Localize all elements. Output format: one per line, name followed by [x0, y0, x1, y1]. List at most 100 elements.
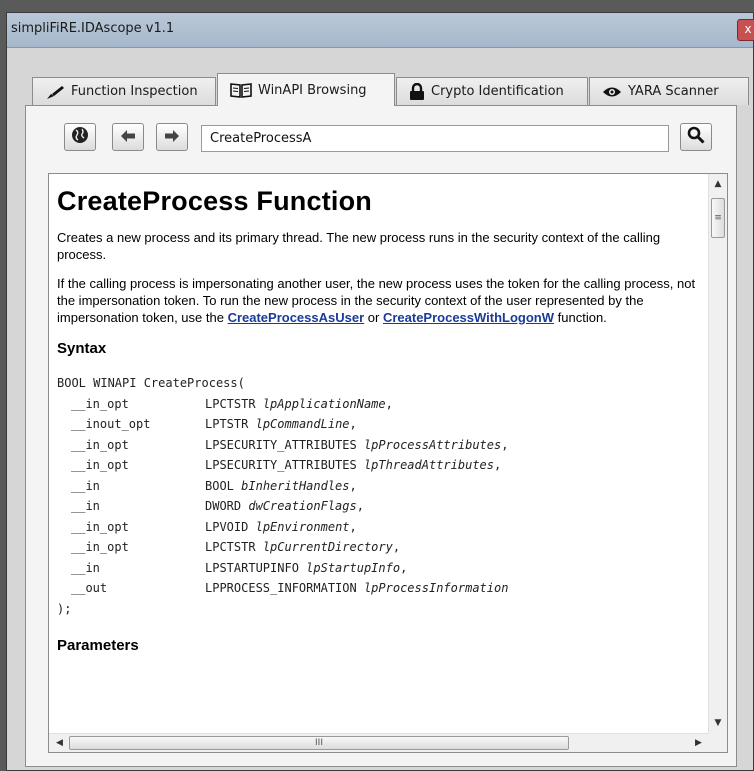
scroll-right-icon[interactable]: ▶: [690, 734, 707, 752]
param-type: LPCTSTR: [205, 540, 256, 554]
param-annotation: __in_opt: [71, 540, 129, 554]
tab-label: WinAPI Browsing: [258, 82, 367, 98]
syntax-code: BOOL WINAPI CreateProcess( __in_opt LPCTS…: [57, 373, 699, 619]
tab-label: Function Inspection: [71, 84, 198, 99]
syntax-param-line: __out LPPROCESS_INFORMATION lpProcessInfo…: [57, 581, 508, 595]
param-separator: ,: [494, 458, 502, 472]
syntax-close: );: [57, 601, 72, 616]
param-name: lpApplicationName: [262, 396, 386, 411]
search-button[interactable]: [680, 123, 712, 151]
home-button[interactable]: [64, 123, 96, 151]
param-annotation: __in_opt: [71, 458, 129, 472]
param-type: BOOL: [205, 478, 234, 493]
syntax-param-line: __in_opt LPSECURITY_ATTRIBUTES lpThreadAt…: [57, 458, 501, 472]
param-name: dwCreationFlags: [248, 499, 357, 513]
param-separator: ,: [356, 499, 364, 513]
app-window: simpliFiRE.IDAscope v1.1 x Function Insp…: [6, 12, 754, 771]
scroll-left-icon[interactable]: ◀: [51, 734, 68, 752]
arrow-left-icon: [120, 128, 136, 147]
scroll-thumb-horizontal[interactable]: III: [69, 736, 569, 750]
scroll-down-icon[interactable]: ▼: [709, 715, 727, 732]
param-annotation: __in_opt: [71, 519, 129, 534]
param-separator: ,: [349, 478, 357, 493]
param-separator: ,: [349, 519, 357, 534]
param-annotation: __inout_opt: [71, 417, 151, 431]
winapi-panel: CreateProcess Function Creates a new pro…: [25, 105, 737, 767]
scroll-thumb-vertical[interactable]: ≡: [711, 198, 725, 238]
param-separator: ,: [385, 396, 393, 411]
param-type: DWORD: [205, 499, 242, 513]
param-separator: ,: [400, 560, 408, 575]
arrow-right-icon: [164, 128, 180, 147]
syntax-params: __in_opt LPCTSTR lpApplicationName, __ino…: [57, 397, 508, 596]
param-name: lpThreadAttributes: [363, 458, 494, 472]
vertical-scrollbar[interactable]: ▲ ≡ ▼: [708, 174, 727, 734]
param-type: LPTSTR: [205, 417, 249, 431]
param-type: LPSTARTUPINFO: [205, 560, 299, 575]
syntax-param-line: __in_opt LPSECURITY_ATTRIBUTES lpProcessA…: [57, 438, 508, 452]
param-annotation: __in: [71, 499, 100, 513]
close-icon: x: [744, 22, 752, 36]
param-name: bInheritHandles: [241, 478, 350, 493]
param-separator: ,: [392, 540, 401, 554]
param-type: LPVOID: [205, 519, 249, 534]
horizontal-scrollbar[interactable]: ◀ III ▶: [49, 733, 709, 752]
param-annotation: __in_opt: [71, 396, 129, 411]
tab-label: Crypto Identification: [431, 84, 564, 99]
tab-yara-scanner[interactable]: YARA Scanner: [589, 77, 749, 105]
syntax-param-line: __in DWORD dwCreationFlags,: [57, 499, 364, 513]
client-area: Function Inspection WinAPI Browsing Cryp…: [7, 48, 753, 770]
syntax-param-line: __in_opt LPCTSTR lpApplicationName,: [57, 397, 393, 411]
param-name: lpStartupInfo: [306, 560, 401, 575]
doc-content: CreateProcess Function Creates a new pro…: [49, 174, 709, 734]
link-createprocessasuser[interactable]: CreateProcessAsUser: [228, 310, 365, 325]
api-search-input[interactable]: [201, 125, 669, 152]
param-separator: ,: [501, 437, 509, 452]
doc-browser[interactable]: CreateProcess Function Creates a new pro…: [48, 173, 728, 753]
brush-icon: [45, 84, 65, 100]
forward-button[interactable]: [156, 123, 188, 151]
syntax-heading: Syntax: [57, 340, 107, 357]
syntax-param-line: __in BOOL bInheritHandles,: [57, 479, 357, 493]
page-title: CreateProcess Function: [57, 186, 372, 216]
tab-crypto-identification[interactable]: Crypto Identification: [396, 77, 588, 105]
syntax-param-line: __in_opt LPVOID lpEnvironment,: [57, 520, 357, 534]
impersonation-paragraph: If the calling process is impersonating …: [57, 275, 699, 326]
link-createprocesswithlogonw[interactable]: CreateProcessWithLogonW: [383, 310, 554, 325]
book-icon: [230, 82, 252, 98]
param-type: LPSECURITY_ATTRIBUTES: [205, 458, 357, 472]
param-name: lpEnvironment: [255, 519, 350, 534]
close-button[interactable]: x: [737, 19, 754, 41]
scrollbar-corner: [708, 733, 727, 752]
lock-icon: [409, 82, 425, 101]
syntax-param-line: __in LPSTARTUPINFO lpStartupInfo,: [57, 561, 407, 575]
tab-function-inspection[interactable]: Function Inspection: [32, 77, 216, 105]
param-name: lpCurrentDirectory: [262, 540, 393, 554]
eye-icon: [602, 86, 622, 98]
parameters-heading: Parameters: [57, 637, 139, 654]
param-name: lpProcessInformation: [363, 581, 509, 595]
description-paragraph: Creates a new process and its primary th…: [57, 230, 661, 262]
syntax-param-line: __in_opt LPCTSTR lpCurrentDirectory,: [57, 540, 400, 554]
tab-label: YARA Scanner: [628, 84, 719, 99]
param-type: LPSECURITY_ATTRIBUTES: [205, 437, 357, 452]
syntax-param-line: __inout_opt LPTSTR lpCommandLine,: [57, 417, 357, 431]
paragraph-text: or: [364, 310, 383, 325]
window-title: simpliFiRE.IDAscope v1.1: [11, 21, 175, 36]
scroll-up-icon[interactable]: ▲: [709, 176, 727, 193]
syntax-open: BOOL WINAPI CreateProcess(: [57, 376, 245, 390]
tab-winapi-browsing[interactable]: WinAPI Browsing: [217, 73, 395, 106]
param-type: LPPROCESS_INFORMATION: [205, 581, 357, 595]
globe-icon: [71, 126, 89, 148]
back-button[interactable]: [112, 123, 144, 151]
param-name: lpCommandLine: [255, 417, 350, 431]
param-separator: ,: [349, 417, 357, 431]
param-annotation: __in: [71, 560, 100, 575]
param-name: lpProcessAttributes: [363, 437, 502, 452]
title-bar[interactable]: simpliFiRE.IDAscope v1.1 x: [7, 13, 754, 48]
param-annotation: __out: [71, 581, 108, 595]
paragraph-text: function.: [554, 310, 607, 325]
search-icon: [687, 126, 705, 148]
param-type: LPCTSTR: [205, 396, 256, 411]
param-annotation: __in: [71, 478, 100, 493]
